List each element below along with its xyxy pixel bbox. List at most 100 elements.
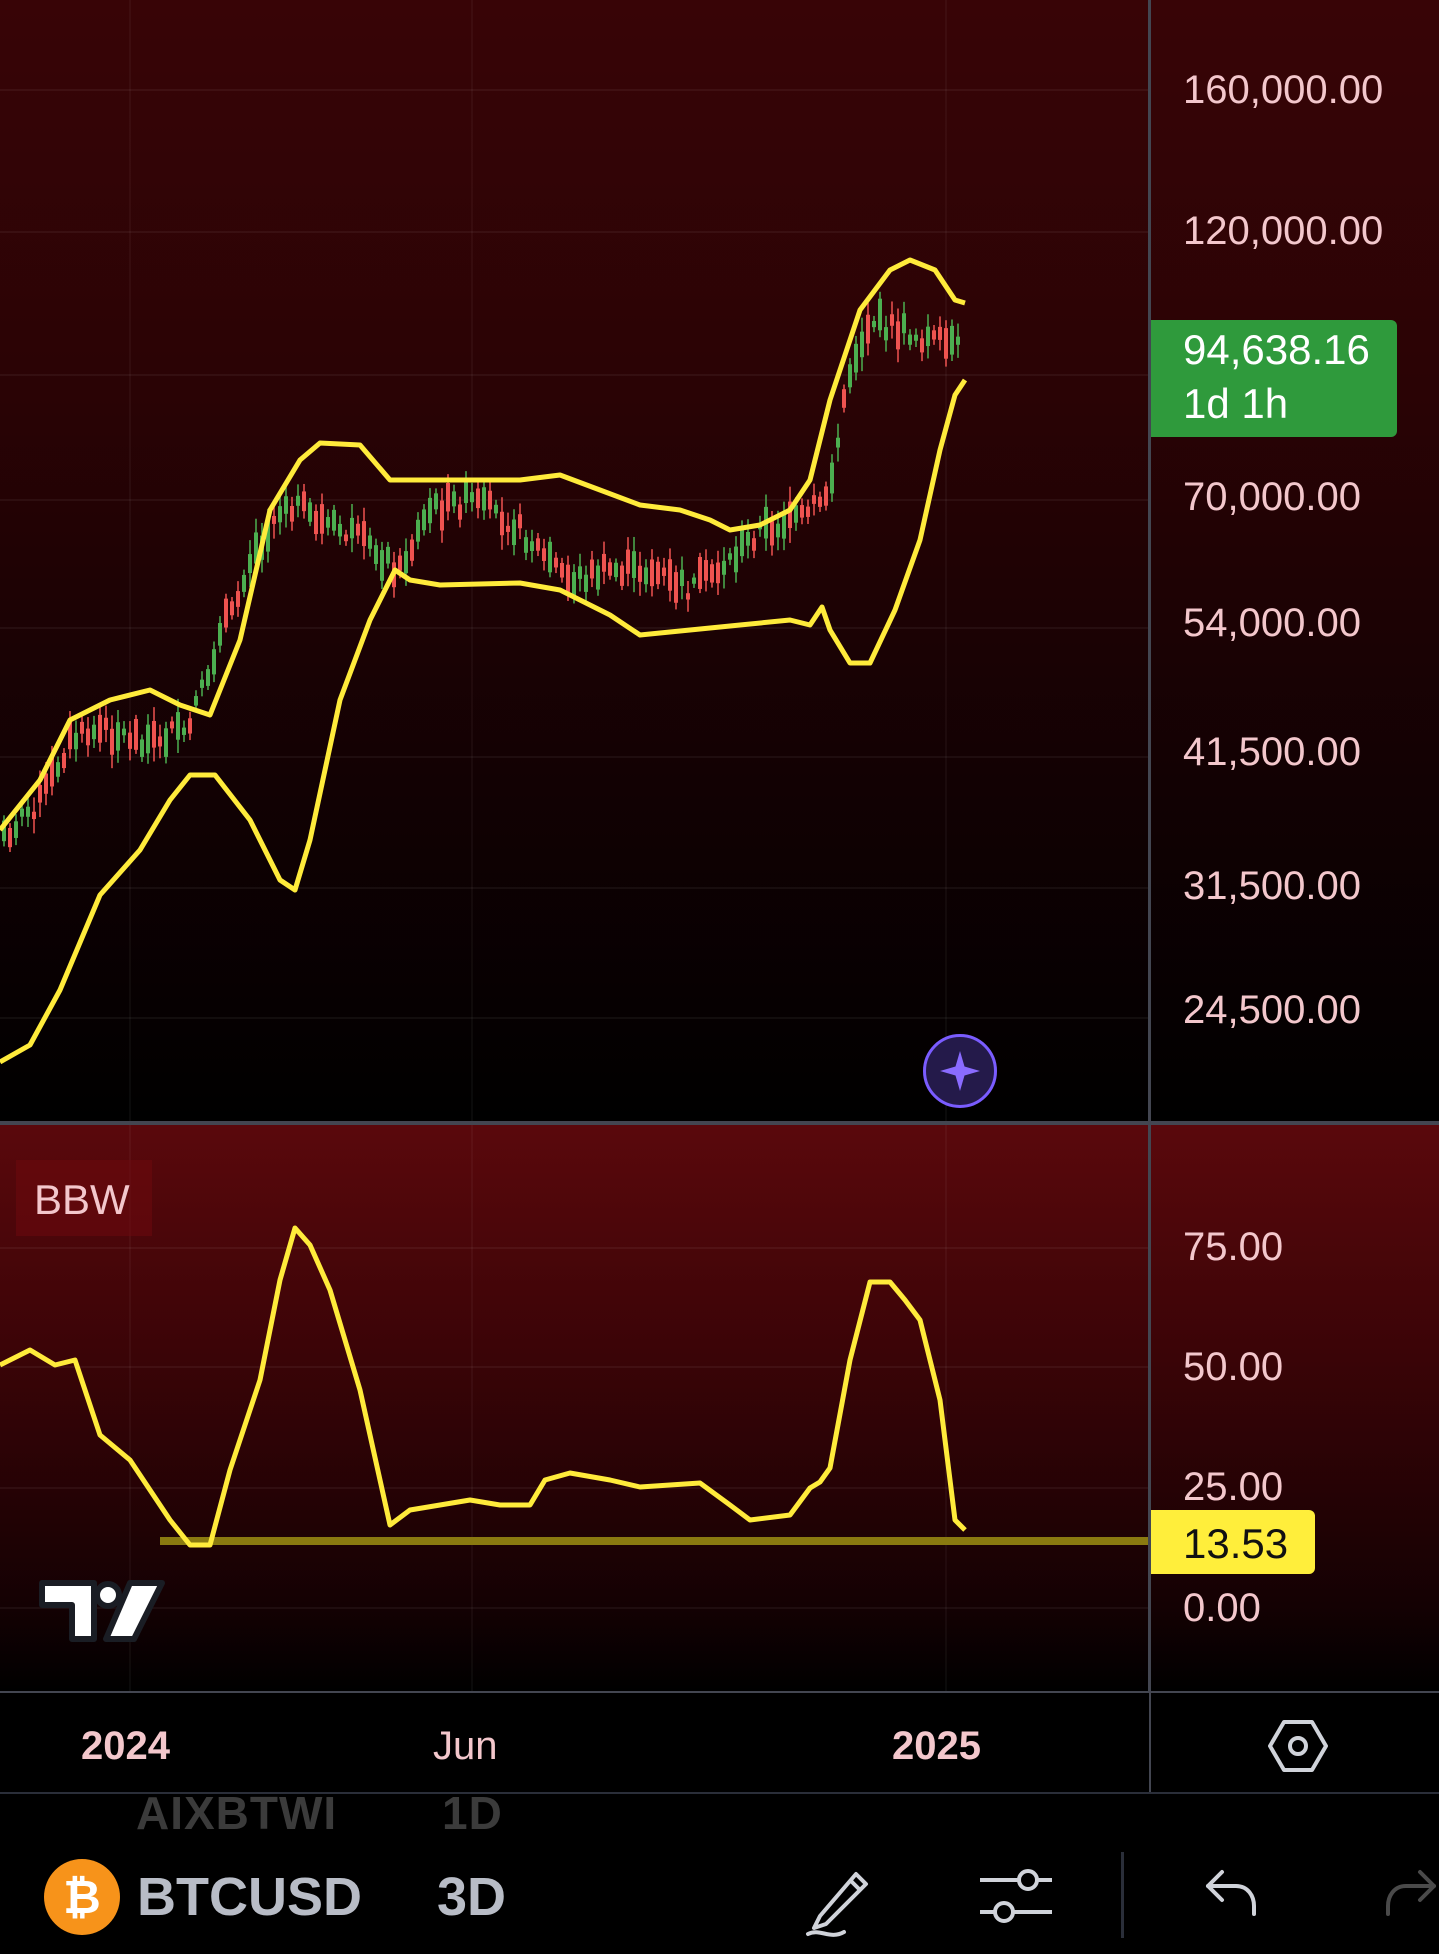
- undo-icon[interactable]: [1200, 1858, 1260, 1928]
- bitcoin-icon[interactable]: ₿: [44, 1859, 120, 1935]
- indicator-legend[interactable]: BBW: [16, 1160, 152, 1236]
- price-tick: 54,000.00: [1183, 601, 1361, 645]
- candle-body: [344, 534, 348, 542]
- candle-body: [728, 553, 732, 560]
- candle-body: [200, 679, 204, 688]
- candle-body: [620, 565, 624, 586]
- candle-body: [926, 326, 930, 347]
- candle-body: [320, 504, 324, 534]
- candle-body: [470, 492, 474, 503]
- candle-body: [890, 314, 894, 326]
- candle-body: [368, 535, 372, 549]
- candle-body: [32, 811, 36, 820]
- candle-body: [542, 548, 546, 561]
- chart-settings-icon[interactable]: [1268, 1718, 1328, 1774]
- candle-body: [902, 313, 906, 334]
- interval-button[interactable]: 3D: [437, 1866, 506, 1928]
- candle-body: [422, 509, 426, 531]
- candle-body: [350, 517, 354, 539]
- price-tick: 31,500.00: [1183, 864, 1361, 908]
- indicator-settings-icon[interactable]: [976, 1858, 1056, 1934]
- candle-body: [878, 298, 882, 331]
- price-tick: 160,000.00: [1183, 68, 1384, 112]
- candle-body: [92, 724, 96, 740]
- candle-body: [8, 827, 12, 848]
- candle-body: [578, 566, 582, 579]
- candle-body: [386, 546, 390, 564]
- candle-body: [836, 437, 840, 448]
- candle-body: [404, 551, 408, 574]
- candle-body: [182, 727, 186, 735]
- candle-body: [356, 523, 360, 536]
- candle-body: [98, 714, 102, 743]
- time-label: Jun: [433, 1724, 498, 1768]
- candle-body: [206, 669, 210, 686]
- candle-body: [464, 481, 468, 504]
- candle-body: [692, 577, 696, 584]
- bbw-tick: 50.00: [1183, 1345, 1284, 1389]
- candle-body: [722, 560, 726, 575]
- bbw-tick: 0.00: [1183, 1586, 1261, 1630]
- candle-body: [944, 328, 948, 359]
- current-price-value: 94,638.16: [1183, 326, 1370, 373]
- redo-icon[interactable]: [1382, 1858, 1439, 1928]
- candle-body: [932, 330, 936, 340]
- candle-body: [572, 572, 576, 596]
- symbol-button[interactable]: BTCUSD: [137, 1866, 362, 1928]
- candle-body: [494, 504, 498, 514]
- price-tick: 70,000.00: [1183, 475, 1361, 519]
- current-price-label: 94,638.16 1d 1h: [1151, 320, 1397, 437]
- candle-body: [806, 506, 810, 517]
- candle-body: [332, 509, 336, 531]
- candle-body: [596, 565, 600, 590]
- candle-body: [644, 567, 648, 585]
- candle-body: [410, 539, 414, 561]
- candle-body: [128, 732, 132, 749]
- candle-body: [776, 523, 780, 538]
- candle-body: [212, 649, 216, 675]
- price-scale[interactable]: [1151, 0, 1439, 1122]
- candle-body: [116, 722, 120, 751]
- candle-body: [224, 598, 228, 628]
- candle-body: [374, 545, 378, 564]
- bbw-line: [0, 1225, 967, 1548]
- draw-icon[interactable]: [800, 1858, 876, 1938]
- candle-body: [674, 572, 678, 603]
- ai-assistant-button[interactable]: [923, 1034, 997, 1108]
- candle-body: [914, 334, 918, 341]
- candle-body: [302, 491, 306, 512]
- candle-body: [896, 321, 900, 350]
- candle-body: [38, 785, 42, 803]
- candle-body: [230, 601, 234, 616]
- price-tick: 24,500.00: [1183, 988, 1361, 1032]
- candle-body: [416, 519, 420, 542]
- sparkle-icon: [940, 1051, 980, 1091]
- candle-body: [434, 493, 438, 510]
- tradingview-logo: [39, 1580, 165, 1642]
- pane-separator[interactable]: [0, 1121, 1439, 1125]
- candle-body: [566, 564, 570, 592]
- candle-body: [734, 546, 738, 573]
- candle-body: [308, 502, 312, 522]
- chart-canvas[interactable]: [0, 0, 1149, 1693]
- candle-body: [602, 553, 606, 572]
- candle-body: [698, 556, 702, 589]
- indicator-name: BBW: [34, 1176, 130, 1223]
- candle-body: [74, 732, 78, 750]
- candle-body: [122, 728, 126, 736]
- candle-body: [608, 562, 612, 576]
- candle-body: [614, 562, 618, 578]
- grid-lines: [0, 0, 1149, 1691]
- candle-body: [740, 526, 744, 557]
- candle-body: [848, 364, 852, 388]
- candle-body: [476, 488, 480, 509]
- candle-body: [428, 497, 432, 524]
- candle-body: [362, 521, 366, 547]
- candle-body: [56, 762, 60, 777]
- candle-body: [560, 562, 564, 578]
- candle-body: [554, 557, 558, 568]
- candle-body: [536, 538, 540, 551]
- candle-body: [278, 506, 282, 523]
- candle-body: [656, 561, 660, 585]
- candle-body: [284, 496, 288, 514]
